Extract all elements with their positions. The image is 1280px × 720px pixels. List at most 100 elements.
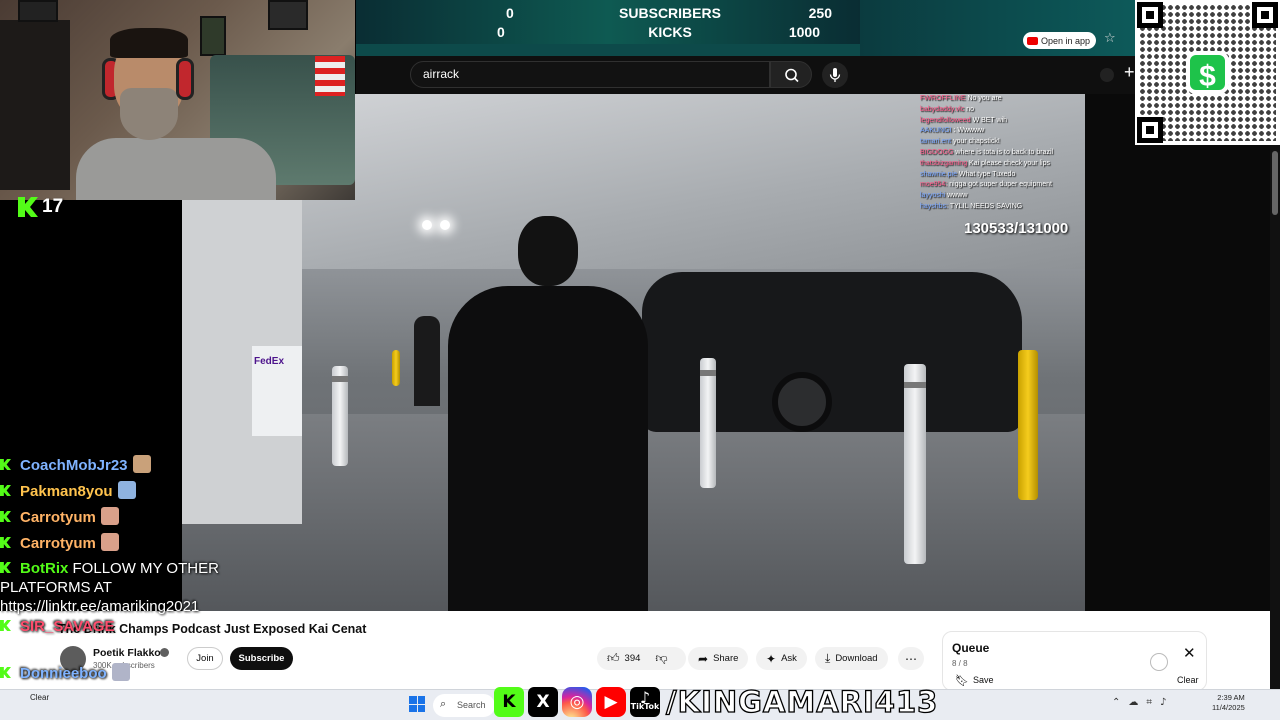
video-chat-line: legendfolloweed W BET wih — [920, 116, 1085, 127]
socials-banner: K X ◎ ▶ ♪ TikTok /KINGAMARI413 — [494, 684, 938, 720]
join-button[interactable]: Join — [187, 647, 223, 670]
goal-overlay: 0 SUBSCRIBERS 250 0 KICKS 1000 — [356, 0, 860, 44]
download-button[interactable]: ⤓ Download — [815, 647, 888, 670]
botrix-username: BotRix — [20, 560, 69, 577]
video-chat-line: moe954: nigga got super duper equipment — [920, 180, 1085, 191]
page-scrollbar[interactable] — [1270, 145, 1280, 690]
video-chat-text: TYLIL NEEDS SAVING — [949, 202, 1023, 210]
emote-icon — [100, 533, 119, 551]
thumbs-down-icon[interactable]: 👎︎ — [655, 651, 667, 666]
ask-button[interactable]: ✦ Ask — [756, 647, 807, 670]
kick-badge-icon — [0, 667, 11, 678]
scrollbar-thumb[interactable] — [1272, 151, 1278, 215]
video-chat-line: layyoshi wwww — [920, 191, 1085, 202]
video-scene-suv — [642, 272, 1022, 432]
channel-name[interactable]: Poetik Flakko — [93, 647, 161, 659]
share-label: Share — [713, 653, 739, 664]
subscriber-label: SUBSCRIBERS — [619, 5, 721, 21]
kicks-label: KICKS — [648, 24, 692, 40]
stream-chat-line: SIR_SAVAGE — [0, 618, 114, 635]
notifications-icon[interactable] — [1100, 68, 1114, 82]
voice-search-button[interactable] — [822, 62, 848, 88]
video-chat-text: wwww — [947, 192, 968, 200]
webcam-picture-frame — [268, 0, 308, 30]
chat-username: Carrotyum — [20, 509, 96, 526]
ceiling-light — [422, 220, 432, 230]
stream-chat-line: Pakman8you — [0, 481, 136, 500]
windows-start-icon[interactable] — [409, 696, 425, 712]
video-scene-wheel — [772, 372, 832, 432]
system-tray-icons[interactable]: ⌃☁⌗♪ — [1112, 697, 1174, 708]
emote-icon — [132, 455, 151, 473]
video-chat-user: shawnie.pie — [920, 170, 957, 178]
more-icon: ⋯ — [905, 651, 917, 666]
kick-follower-counter: 17 — [18, 196, 63, 218]
video-chat-text: Kai please check your lips — [969, 159, 1050, 167]
video-chat-user: hayshbs: — [920, 202, 949, 210]
video-chat-user: moe954: — [920, 181, 948, 189]
clock-date: 11/4/2025 — [1212, 703, 1245, 712]
video-chat-text: your chapstick! — [953, 138, 1000, 146]
taskbar-clock[interactable]: 2:39 AM 11/4/2025 — [1212, 693, 1245, 713]
subscriber-goal-row: 0 SUBSCRIBERS 250 — [356, 5, 860, 24]
kicks-target: 1000 — [788, 24, 820, 40]
star-icon[interactable]: ☆ — [1104, 31, 1116, 46]
video-chat-user: legendfolloweed — [920, 116, 971, 124]
video-chat-line: FWROFFLINE No you are — [920, 94, 1085, 105]
botrix-message: BotRix FOLLOW MY OTHER PLATFORMS AT http… — [0, 559, 250, 616]
stream-chat-line: CoachMobJr23 — [0, 455, 151, 474]
person-head — [518, 216, 578, 286]
queue-toggle[interactable] — [1150, 653, 1168, 671]
taskbar-weather[interactable]: Clear — [30, 693, 49, 703]
clock-time: 2:39 AM — [1217, 693, 1245, 702]
kick-icon: K — [494, 687, 524, 717]
cashapp-logo-icon: $ — [1186, 51, 1229, 94]
close-icon[interactable]: ✕ — [1183, 644, 1196, 662]
yellow-bollard — [392, 350, 400, 386]
bollard — [904, 364, 926, 564]
queue-clear-button[interactable]: Clear — [1177, 675, 1199, 685]
kick-badge-icon — [0, 459, 11, 470]
subscribe-button[interactable]: Subscribe — [230, 647, 293, 670]
yellow-bollard — [1018, 350, 1038, 500]
like-count[interactable]: 394 — [625, 653, 641, 664]
bollard — [700, 358, 716, 488]
open-in-app-label: Open in app — [1041, 35, 1091, 46]
stream-chat-line: Carrotyum — [0, 507, 119, 526]
video-chat-line: hayshbs: TYLIL NEEDS SAVING — [920, 202, 1085, 213]
more-actions-button[interactable]: ⋯ — [898, 647, 924, 670]
queue-save-button[interactable]: Save — [973, 675, 994, 685]
ask-label: Ask — [781, 653, 797, 664]
tiktok-icon: ♪ TikTok — [630, 687, 660, 717]
download-icon: ⤓ — [825, 651, 831, 665]
search-icon — [785, 68, 799, 83]
video-chat-line: shawnie.pie What type Tuxedo — [920, 170, 1085, 181]
subscriber-target: 250 — [808, 5, 832, 21]
like-dislike-group: 👍︎ 394 👎︎ — [597, 647, 686, 670]
thumbs-up-icon[interactable]: 👍︎ — [607, 651, 620, 666]
kick-badge-icon — [0, 485, 11, 496]
create-icon[interactable]: + — [1124, 62, 1135, 83]
sidebar-dark-area — [1085, 94, 1270, 611]
social-handle: /KINGAMARI413 — [665, 684, 939, 719]
search-button[interactable] — [770, 61, 812, 88]
share-button[interactable]: ➦ Share — [688, 647, 749, 670]
open-in-app-button[interactable]: Open in app — [1023, 32, 1097, 49]
webcam-shelf — [0, 20, 70, 190]
stream-chat-line: Carrotyum — [0, 533, 119, 552]
headphones-icon — [176, 58, 194, 100]
chat-username: Donnieeboo — [20, 665, 107, 682]
kick-badge-icon — [0, 620, 11, 631]
share-icon: ➦ — [698, 651, 709, 666]
cashapp-qr-code: $ — [1135, 0, 1280, 145]
queue-count: 8 / 8 — [952, 659, 968, 668]
video-chat-text: : Wwwww — [953, 127, 985, 135]
video-counter: 130533/131000 — [964, 220, 1069, 237]
person-body — [448, 286, 648, 611]
search-input[interactable]: airrack — [410, 61, 770, 88]
stream-chat-line: Donnieeboo — [0, 663, 130, 682]
video-chat-user: tamari.ent — [920, 138, 952, 146]
video-chat-line: babydaddy.vlc no — [920, 105, 1085, 116]
video-chat-user: thatsbizgaming — [920, 159, 968, 167]
video-scene-person — [448, 216, 648, 611]
